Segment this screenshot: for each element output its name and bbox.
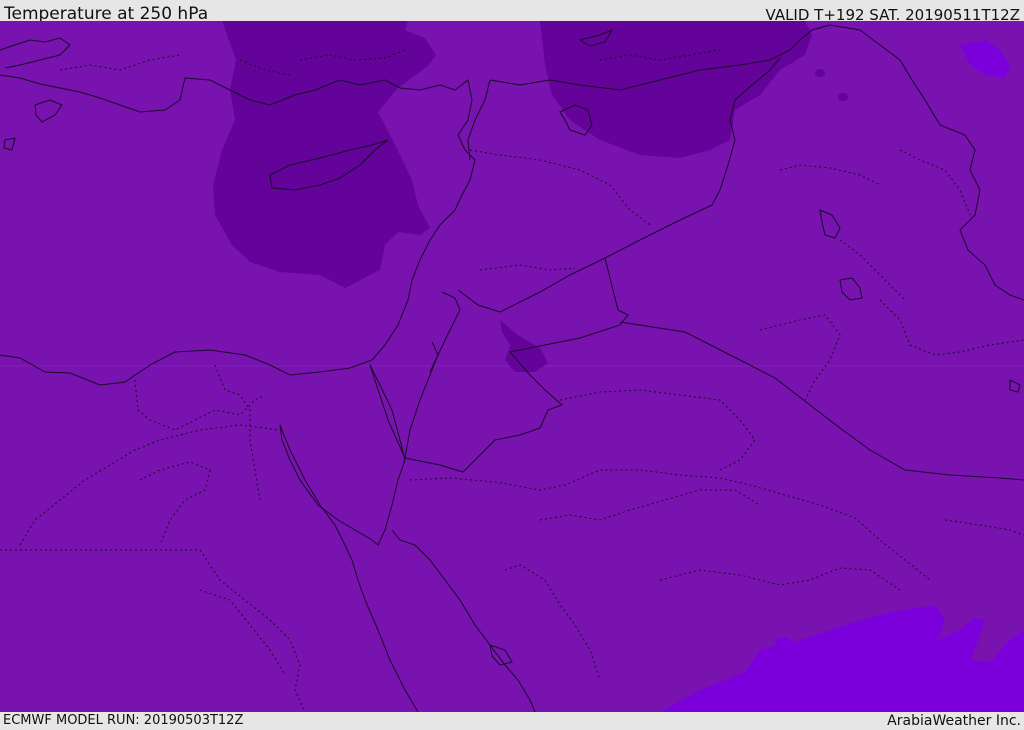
- model-run: ECMWF MODEL RUN: 20190503T12Z: [3, 713, 244, 728]
- credit: ArabiaWeather Inc.: [887, 713, 1021, 729]
- cold-spot: [838, 93, 848, 101]
- top-bar: Temperature at 250 hPa VALID T+192 SAT. …: [0, 0, 1024, 24]
- warm-spot: [775, 637, 791, 647]
- cold-spot: [815, 69, 825, 77]
- map-canvas: [0, 21, 1024, 712]
- bottom-bar: ECMWF MODEL RUN: 20190503T12Z ArabiaWeat…: [0, 712, 1024, 729]
- weather-map: [0, 21, 1024, 712]
